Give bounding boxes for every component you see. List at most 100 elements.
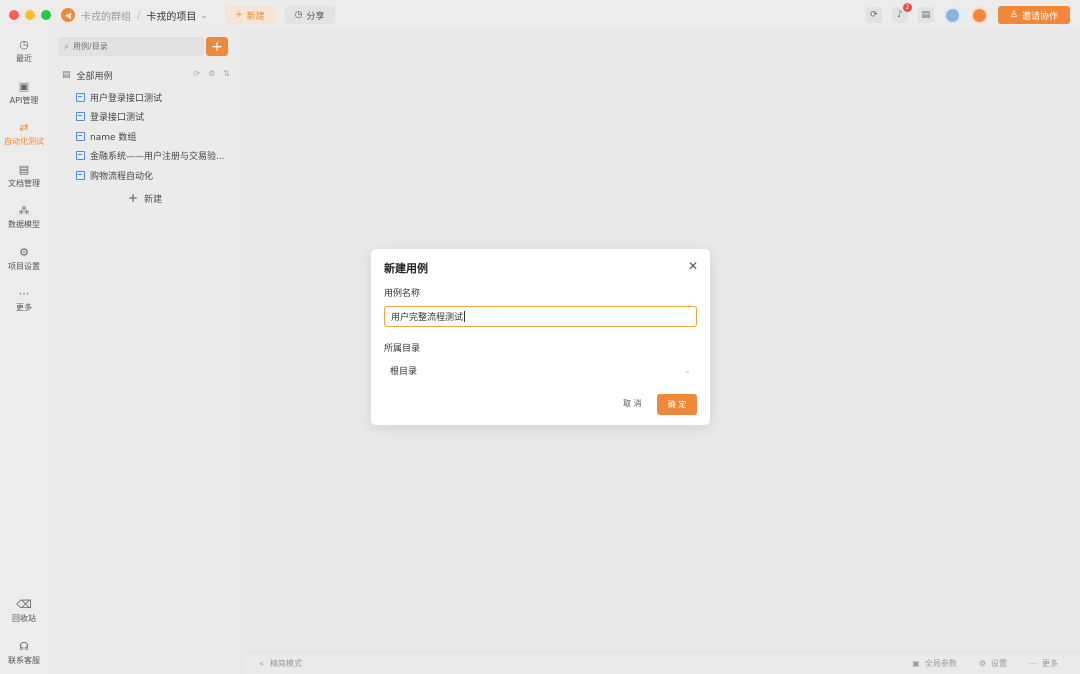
case-label: name 数组: [90, 132, 137, 143]
invite-button-label: 邀请协作: [1021, 11, 1058, 22]
list-item[interactable]: 用户登录接口测试: [76, 90, 236, 104]
tree-new-button[interactable]: + 新建: [128, 191, 162, 205]
headset-icon: ☊: [19, 640, 29, 653]
zoom-window-button[interactable]: [41, 10, 51, 20]
nav-item-label: 更多: [16, 303, 32, 312]
more-icon: ⋯: [1029, 658, 1037, 668]
nav-item-label: 最近: [16, 54, 32, 63]
case-name-label: 用例名称: [384, 289, 421, 299]
test-case-icon: [76, 92, 85, 102]
case-tree-panel: ⌕ + ▤ 全部用例 ⟳ ⚙ ⇅ 用户登录接口测试 登录接口测试 name 数组…: [48, 30, 240, 674]
text-caret: [464, 311, 466, 322]
share-button-label: 分享: [306, 11, 325, 22]
directory-label: 所属目录: [384, 344, 421, 354]
left-navigation: ◷ 最近 ▣ API管理 ⇄ 自动化测试 ▤ 文档管理 ⁂ 数据模型 ⚙ 项目设…: [0, 30, 48, 674]
nav-item-more[interactable]: ⋯ 更多: [0, 287, 48, 313]
case-label: 用户登录接口测试: [90, 93, 163, 104]
list-item[interactable]: 金融系统——用户注册与交易验...: [76, 148, 236, 162]
test-case-icon: [76, 150, 85, 160]
nav-item-label: 回收站: [12, 614, 36, 623]
nav-item-docs[interactable]: ▤ 文档管理: [0, 163, 48, 189]
app-logo-icon: ◀: [61, 8, 75, 22]
tree-root-label: 全部用例: [76, 71, 113, 82]
window-controls: [9, 10, 51, 20]
chevron-down-icon: ⌄: [684, 366, 691, 375]
global-params-button[interactable]: ▣ 全局参数: [912, 658, 957, 669]
nav-item-label: 数据模型: [8, 220, 40, 229]
new-button[interactable]: + 新建: [225, 6, 275, 24]
add-case-button[interactable]: +: [206, 37, 228, 56]
refresh-icon[interactable]: ⟳: [193, 69, 200, 78]
nav-item-support[interactable]: ☊ 联系客服: [0, 640, 48, 666]
nav-item-project-settings[interactable]: ⚙ 项目设置: [0, 246, 48, 272]
confirm-button[interactable]: 确 定: [657, 394, 697, 415]
settings-icon[interactable]: ⚙: [208, 69, 215, 78]
new-case-dialog: 新建用例 ✕ 用例名称 用户完整流程测试 所属目录 根目录 ⌄ 取 消 确 定: [371, 249, 710, 425]
dialog-title: 新建用例: [384, 262, 428, 275]
plus-icon: +: [235, 10, 243, 20]
nav-item-data-model[interactable]: ⁂ 数据模型: [0, 204, 48, 230]
cancel-button[interactable]: 取 消: [623, 398, 642, 409]
tree-new-label: 新建: [144, 194, 163, 205]
nav-item-label: 文档管理: [8, 179, 40, 188]
settings-button[interactable]: ⚙ 设置: [979, 658, 1007, 669]
list-item[interactable]: 登录接口测试: [76, 109, 236, 123]
close-icon[interactable]: ✕: [688, 259, 698, 273]
case-name-input[interactable]: 用户完整流程测试: [384, 306, 697, 327]
status-bar-actions: ▣ 全局参数 ⚙ 设置 ⋯ 更多: [912, 658, 1058, 669]
plus-icon: +: [128, 191, 139, 205]
settings-icon: ⚙: [978, 658, 986, 668]
tree-root[interactable]: ▤ 全部用例 ⟳ ⚙ ⇅: [62, 68, 234, 82]
settings-label: 设置: [991, 658, 1007, 668]
more-button[interactable]: ⋯ 更多: [1029, 658, 1058, 669]
list-item[interactable]: 购物流程自动化: [76, 168, 236, 182]
bell-icon[interactable]: ♪ 2: [891, 3, 912, 23]
project-settings-icon: ⚙: [19, 246, 29, 259]
minimize-window-button[interactable]: [25, 10, 35, 20]
history-icon: ◷: [19, 38, 29, 51]
nav-item-trash[interactable]: ⌫ 回收站: [0, 598, 48, 624]
breadcrumb-team[interactable]: 卡戎的群组: [81, 8, 131, 23]
avatar-logo[interactable]: [970, 6, 988, 24]
sort-icon[interactable]: ⇅: [223, 69, 230, 78]
search-box[interactable]: ⌕: [58, 37, 204, 56]
case-name-value: 用户完整流程测试: [391, 313, 464, 323]
status-bar: « 精简模式 ▣ 全局参数 ⚙ 设置 ⋯ 更多: [243, 651, 1080, 674]
test-case-icon: [76, 170, 85, 180]
share-icon: ◷: [294, 10, 303, 20]
nav-item-label: 自动化测试: [4, 137, 44, 146]
invite-button[interactable]: ♙ 邀请协作: [997, 6, 1070, 24]
collapse-icon: «: [259, 658, 264, 668]
close-window-button[interactable]: [9, 10, 19, 20]
nav-item-recent[interactable]: ◷ 最近: [0, 38, 48, 64]
directory-value: 根目录: [390, 367, 418, 377]
chevron-down-icon[interactable]: ⌄: [200, 11, 207, 20]
case-label: 金融系统——用户注册与交易验...: [90, 151, 225, 162]
avatar[interactable]: [943, 6, 961, 24]
user-icon: ♙: [1009, 10, 1018, 20]
global-params-label: 全局参数: [924, 658, 957, 668]
directory-select[interactable]: 根目录 ⌄: [384, 360, 697, 381]
automation-icon: ⇄: [19, 121, 29, 134]
breadcrumb-separator: /: [137, 9, 141, 21]
breadcrumb-project[interactable]: 卡戎的项目: [146, 8, 196, 23]
title-bar: ◀ 卡戎的群组 / 卡戎的项目 ⌄ + 新建 ◷ 分享 ⟳ ♪ 2 ▤ ♙ 邀请…: [0, 0, 1080, 30]
nav-item-automation[interactable]: ⇄ 自动化测试: [0, 121, 48, 147]
sync-icon[interactable]: ⟳: [865, 7, 882, 23]
nav-item-label: API管理: [9, 96, 39, 105]
message-icon[interactable]: ▤: [917, 7, 934, 23]
search-input[interactable]: [73, 42, 194, 51]
folder-icon: ▤: [62, 70, 71, 80]
data-model-icon: ⁂: [18, 204, 30, 217]
more-icon: ⋯: [18, 287, 30, 300]
list-item[interactable]: name 数组: [76, 129, 236, 143]
tree-root-actions: ⟳ ⚙ ⇅: [193, 69, 230, 78]
nav-item-api[interactable]: ▣ API管理: [0, 80, 48, 106]
share-button[interactable]: ◷ 分享: [284, 6, 335, 24]
compact-mode-label: 精简模式: [269, 658, 302, 668]
case-label: 购物流程自动化: [90, 171, 154, 182]
api-icon: ▣: [18, 80, 30, 93]
document-icon: ▤: [18, 163, 30, 176]
trash-icon: ⌫: [16, 598, 32, 611]
compact-mode-toggle[interactable]: « 精简模式: [259, 658, 302, 669]
